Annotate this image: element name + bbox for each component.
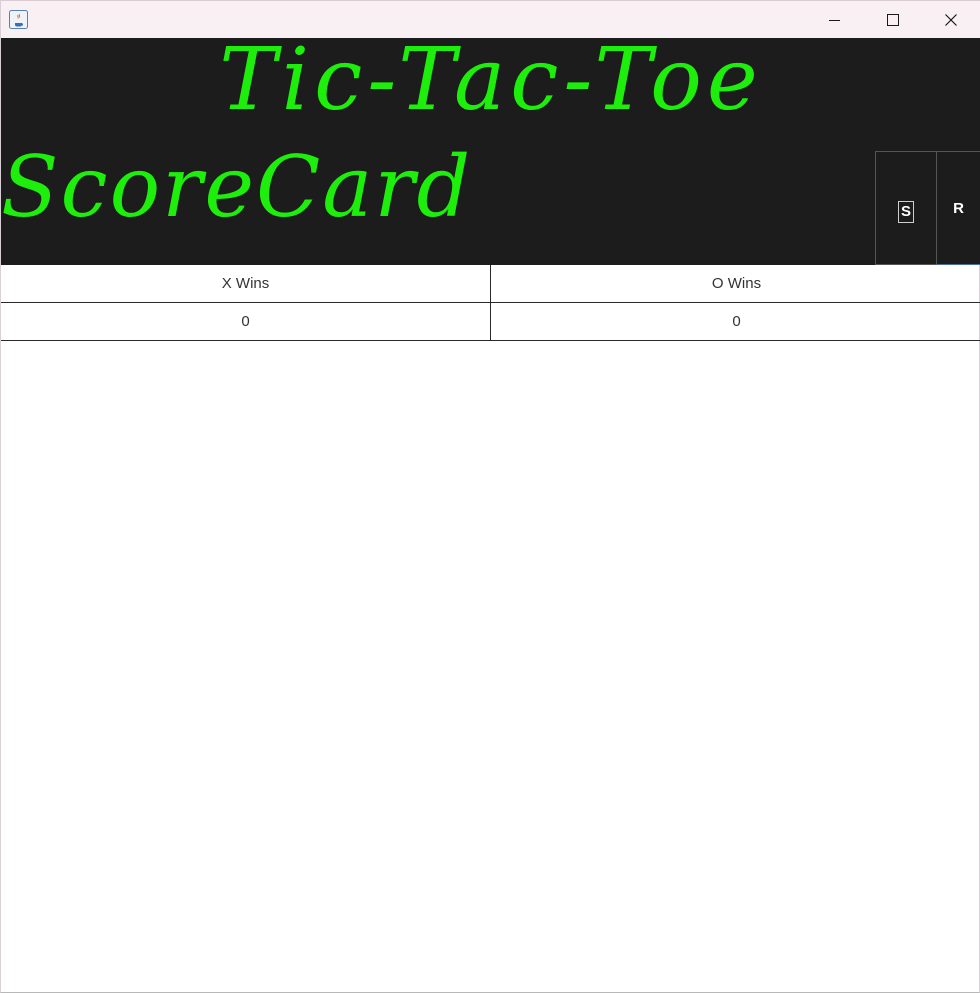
app-window: Tic-Tac-Toe ScoreCard S R X Wins O Wins … [0,0,980,993]
title-bar[interactable] [1,0,980,38]
column-header-o-wins[interactable]: O Wins [490,265,980,303]
x-wins-cell[interactable]: 0 [1,302,491,341]
minimize-button[interactable] [806,1,864,38]
maximize-icon [887,13,899,26]
table-row[interactable]: 0 0 [1,302,980,341]
s-button-label: S [897,201,914,223]
table-header-row: X Wins O Wins [1,265,980,303]
o-wins-cell[interactable]: 0 [490,302,980,341]
s-button[interactable]: S [875,151,937,265]
score-table: X Wins O Wins 0 0 [1,265,980,341]
scorecard-heading: ScoreCard [1,138,473,236]
header-panel: Tic-Tac-Toe ScoreCard S R [1,38,980,265]
r-button-label: R [953,200,964,217]
java-app-icon [9,10,28,29]
game-title: Tic-Tac-Toe [219,38,763,130]
r-button[interactable]: R [936,151,980,265]
maximize-button[interactable] [864,1,922,38]
close-icon [945,13,957,26]
column-header-x-wins[interactable]: X Wins [1,265,491,303]
minimize-icon [829,19,840,21]
close-button[interactable] [922,1,980,38]
